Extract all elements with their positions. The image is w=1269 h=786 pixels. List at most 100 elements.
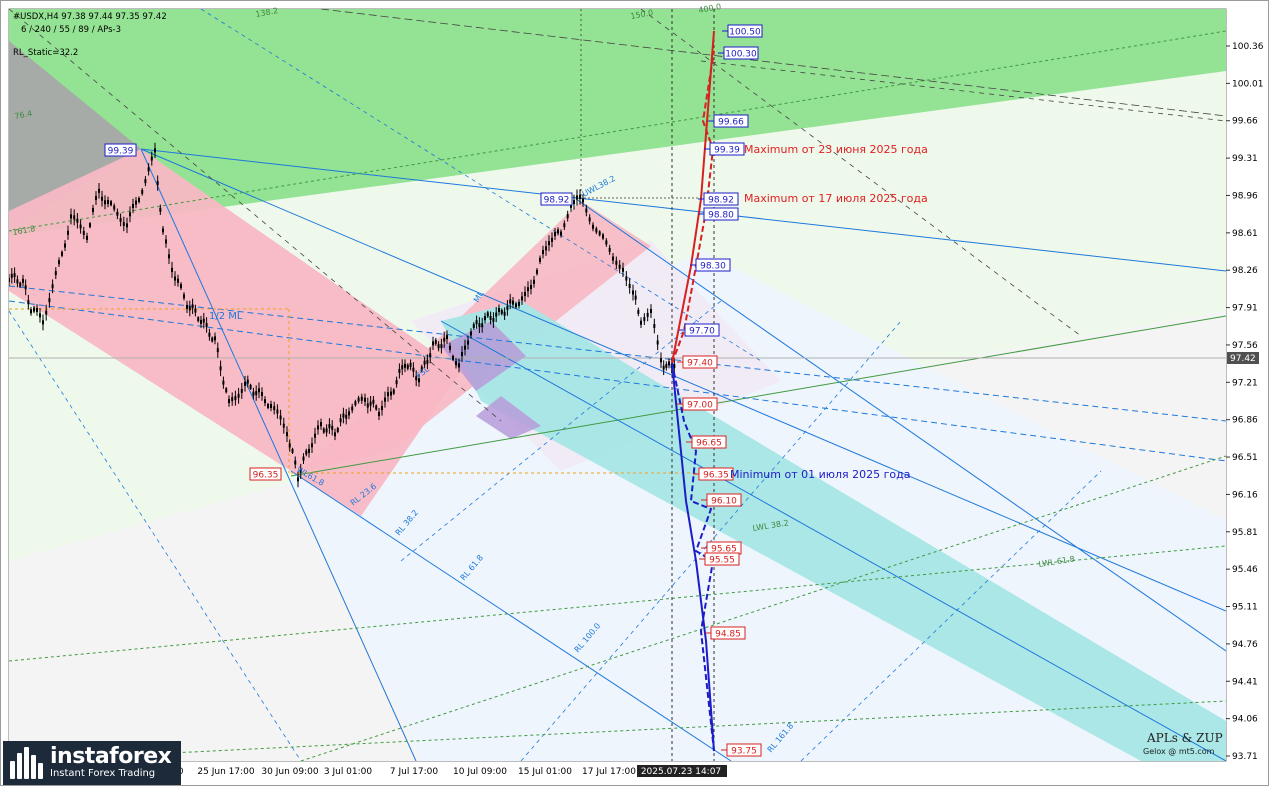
price-body: [122, 221, 125, 226]
price-body: [214, 336, 216, 341]
price-body: [104, 200, 106, 205]
params-header: 6 / 240 / 55 / 89 / APs-3: [21, 25, 121, 35]
x-tick-label: 3 Jul 01:00: [324, 767, 373, 777]
price-body: [515, 303, 517, 308]
price-body: [188, 306, 191, 311]
price-body: [261, 392, 263, 397]
price-body: [276, 409, 279, 414]
price-body: [237, 393, 240, 398]
y-tick-label: 93.71: [1232, 752, 1258, 762]
price-label: 100.50: [729, 28, 761, 38]
price-body: [51, 284, 54, 289]
price-body: [76, 218, 79, 223]
price-body: [308, 448, 310, 453]
x-tick-label: 30 Jun 09:00: [261, 767, 318, 777]
price-body: [79, 224, 82, 229]
price-body: [660, 358, 662, 363]
price-body: [191, 304, 194, 309]
price-body: [150, 156, 153, 161]
price-body: [605, 240, 608, 245]
price-body: [159, 207, 162, 212]
y-tick-label: 94.76: [1232, 640, 1258, 650]
price-label: 98.30: [700, 262, 726, 272]
price-body: [86, 235, 88, 240]
price-body: [225, 388, 228, 393]
price-body: [174, 276, 176, 281]
price-body: [390, 391, 392, 396]
y-tick-label: 97.21: [1232, 378, 1258, 388]
price-body: [357, 397, 360, 402]
x-axis: :0025 Jun 17:0030 Jun 09:003 Jul 01:007 …: [169, 765, 727, 777]
price-body: [336, 427, 339, 432]
symbol-header: #USDX,H4 97.38 97.44 97.35 97.42: [13, 12, 167, 22]
price-body: [183, 294, 185, 299]
price-body: [22, 278, 24, 283]
price-body: [475, 320, 478, 325]
price-body: [446, 335, 448, 340]
price-body: [527, 287, 529, 292]
price-body: [286, 432, 288, 437]
price-body: [632, 290, 634, 295]
logo-brand: instaforex: [50, 744, 172, 769]
price-body: [144, 179, 147, 184]
price-body: [113, 205, 116, 210]
x-tick-label: 10 Jul 09:00: [453, 767, 507, 777]
price-body: [461, 352, 463, 357]
price-body: [668, 361, 670, 366]
price-body: [61, 251, 63, 256]
price-body: [322, 428, 325, 433]
price-body: [154, 148, 156, 153]
price-body: [177, 278, 179, 283]
price-body: [331, 425, 334, 430]
x-tick-label: 25 Jun 17:00: [197, 767, 254, 777]
price-body: [138, 197, 140, 202]
current-price-value: 97.42: [1230, 354, 1256, 364]
price-body: [560, 231, 562, 236]
price-body: [305, 450, 308, 455]
price-body: [576, 195, 578, 200]
swing-label: 99.39: [108, 147, 134, 157]
price-body: [70, 214, 72, 219]
price-body: [219, 366, 222, 371]
price-body: [36, 307, 38, 312]
price-body: [282, 423, 285, 428]
price-body: [381, 406, 383, 411]
price-body: [521, 296, 523, 301]
price-label: 98.92: [708, 196, 734, 206]
y-tick-label: 95.81: [1232, 528, 1258, 538]
price-body: [588, 217, 591, 222]
price-body: [211, 337, 214, 342]
price-body: [180, 284, 182, 289]
price-body: [92, 208, 94, 213]
price-body: [467, 340, 469, 345]
price-label: 93.75: [731, 747, 757, 757]
price-body: [246, 379, 249, 384]
price-body: [162, 228, 164, 233]
price-body: [311, 443, 313, 448]
price-body: [302, 456, 305, 461]
price-body: [432, 341, 434, 346]
price-body: [551, 237, 553, 242]
y-tick-label: 98.61: [1232, 229, 1258, 239]
price-body: [351, 406, 354, 411]
price-chart: #USDX,H4 97.38 97.44 97.35 97.42 6 / 240…: [8, 2, 1264, 777]
price-body: [273, 406, 276, 411]
x-tick-label: 7 Jul 17:00: [390, 767, 439, 777]
price-body: [98, 188, 100, 193]
price-body: [67, 230, 69, 235]
y-tick-label: 98.96: [1232, 191, 1258, 201]
price-body: [132, 203, 134, 208]
price-body: [369, 401, 372, 406]
price-body: [372, 399, 375, 404]
price-body: [249, 384, 252, 389]
y-tick-label: 97.91: [1232, 304, 1258, 314]
y-tick-label: 96.86: [1232, 416, 1258, 426]
price-body: [95, 196, 97, 201]
price-body: [325, 428, 328, 433]
price-body: [200, 319, 202, 324]
price-body: [615, 260, 618, 265]
price-label: 97.70: [689, 327, 715, 337]
price-body: [288, 443, 291, 448]
price-body: [404, 363, 406, 368]
price-body: [194, 308, 197, 313]
